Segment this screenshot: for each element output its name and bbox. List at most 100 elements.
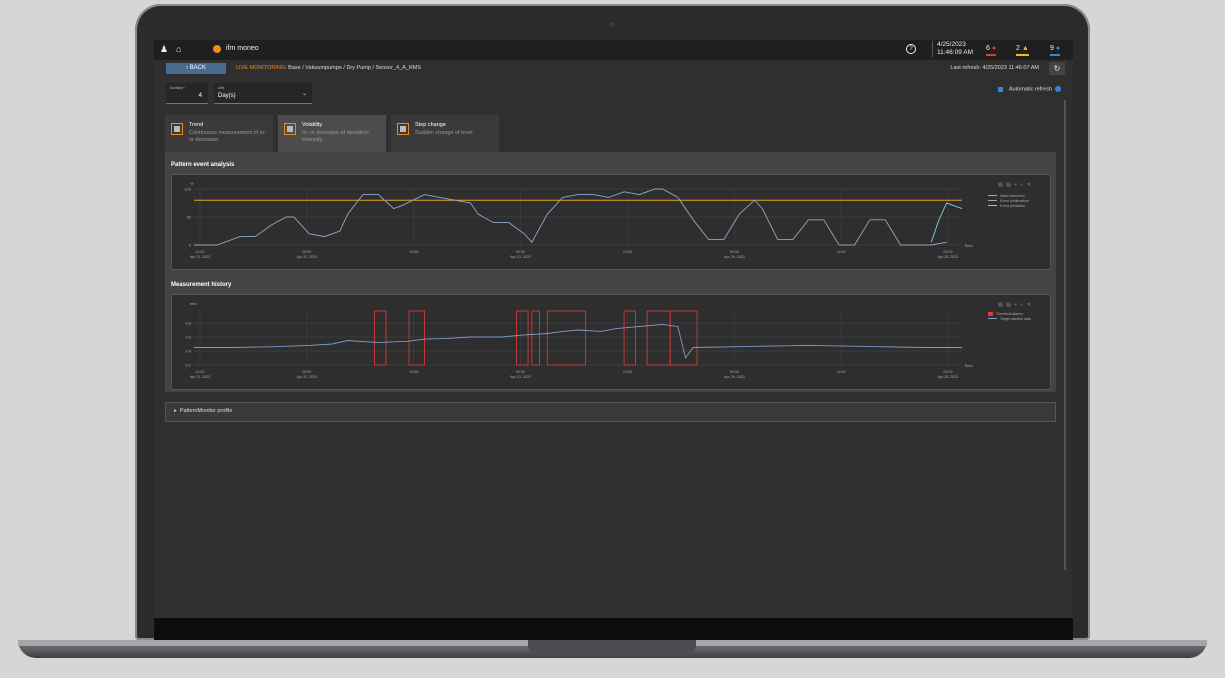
y-tick-label: 0.6 bbox=[185, 335, 191, 340]
duration-value: 4 bbox=[198, 93, 202, 99]
scrollbar[interactable] bbox=[1064, 100, 1066, 570]
threshold-alarm-window bbox=[531, 310, 541, 366]
clock: 4/25/2023 11:46:09 AM bbox=[932, 41, 973, 57]
tab-step-change[interactable]: Step change Sudden change of level. bbox=[391, 115, 499, 152]
x-tick-label: 00:00 bbox=[944, 370, 953, 374]
camera bbox=[610, 22, 615, 27]
pattern-chart[interactable]: 100 50 0% Time 12:00 Apr 21, 2023 00:00 Apr 22,… bbox=[171, 174, 1051, 270]
history-chart[interactable]: 0.8 0.6 0.4 0.2 m/s Time 12:00 Apr 21, 2023 00:0… bbox=[171, 294, 1051, 390]
breadcrumb-path: Base / Vakuumpumpe / Dry Pump / Sensor_4… bbox=[288, 65, 422, 71]
duration-label: Duration* bbox=[170, 86, 185, 90]
x-tick-date: Apr 23, 2023 bbox=[510, 255, 531, 259]
x-tick-label: 12:00 bbox=[837, 250, 846, 254]
legend-label: Threshold alarms bbox=[996, 311, 1024, 316]
y-tick-label: 0.2 bbox=[185, 363, 191, 368]
refresh-button[interactable]: ↻ bbox=[1049, 62, 1065, 75]
alarm-red-badge[interactable]: 6 ● bbox=[986, 45, 997, 56]
tab-description: In- or decrease of deviation intensity. bbox=[302, 130, 369, 143]
x-tick-date: Apr 25, 2023 bbox=[938, 255, 959, 259]
clock-time: 11:46:09 AM bbox=[937, 49, 974, 56]
legend-label: Event prediction bbox=[1000, 203, 1026, 208]
pattern-legend: Alarm threshold Event confirmation Event… bbox=[988, 193, 1029, 208]
x-tick-label: 12:00 bbox=[409, 250, 418, 254]
bell-icon: ● bbox=[991, 45, 997, 52]
tab-title: Trend bbox=[189, 122, 204, 128]
chevron-left-icon: ‹ bbox=[185, 65, 188, 71]
unit-value: Day(s) bbox=[218, 93, 236, 99]
x-tick-label: 12:00 bbox=[623, 250, 632, 254]
auto-refresh-toggle[interactable]: Automatic refresh bbox=[997, 86, 1061, 93]
warning-icon: ▲ bbox=[1021, 45, 1029, 52]
x-tick-date: Apr 22, 2023 bbox=[297, 375, 318, 379]
tab-title: Step change bbox=[415, 122, 446, 128]
tab-trend[interactable]: Trend Continuous measurement of in- or d… bbox=[165, 115, 273, 152]
chart-toolbar[interactable]: ▤ ▤ + ⌕ ✕ bbox=[998, 182, 1032, 188]
x-tick-date: Apr 24, 2023 bbox=[724, 375, 745, 379]
info-icon[interactable] bbox=[1055, 86, 1061, 92]
threshold-alarm-window bbox=[669, 310, 698, 366]
x-tick-label: 00:00 bbox=[944, 250, 953, 254]
pattern-icon bbox=[171, 123, 183, 135]
home-icon[interactable]: ⌂ bbox=[176, 45, 181, 54]
profile-text: PatternMonitor profile bbox=[179, 408, 233, 414]
laptop-notch bbox=[528, 640, 696, 655]
live-monitoring-label: LIVE MONITORING: bbox=[236, 65, 287, 71]
breadcrumb: LIVE MONITORING: Base / Vakuumpumpe / Dr… bbox=[236, 65, 421, 71]
app-screen: ♟ ⌂ ifm moneo ? 4/25/2023 11:46:09 AM 6 … bbox=[154, 40, 1073, 618]
unit-label: Unit bbox=[218, 86, 225, 90]
x-tick-date: Apr 23, 2023 bbox=[510, 375, 531, 379]
threshold-alarm-window bbox=[374, 310, 387, 366]
pattern-section-title: Pattern event analysis bbox=[171, 162, 235, 168]
pattern-monitor-profile[interactable]: ▸ PatternMonitor profile bbox=[165, 402, 1056, 422]
y-axis-label: % bbox=[190, 181, 194, 186]
tab-title: Volatility bbox=[302, 122, 323, 128]
unit-select[interactable]: Unit Day(s) ⌄ bbox=[214, 83, 312, 104]
x-tick-date: Apr 25, 2023 bbox=[938, 375, 959, 379]
chart-toolbar[interactable]: ▤ ▤ + ⌕ ✕ bbox=[998, 302, 1032, 308]
checkbox-icon[interactable] bbox=[997, 86, 1003, 92]
x-axis-label: Time bbox=[964, 363, 974, 368]
chevron-down-icon: ⌄ bbox=[301, 91, 307, 97]
alarm-red-count: 6 bbox=[986, 45, 990, 52]
chart-svg: 100500%Time12:00Apr 21, 202300:00Apr 22,… bbox=[184, 181, 973, 259]
x-tick-label: 00:00 bbox=[730, 370, 739, 374]
app-name: ifm moneo bbox=[226, 45, 259, 52]
chart-svg: 0.80.60.40.2m/sTime12:00Apr 21, 202300:0… bbox=[185, 301, 974, 379]
sub-bar: ‹ BACK LIVE MONITORING: Base / Vakuumpum… bbox=[154, 62, 1073, 76]
target-variable-data-series bbox=[194, 323, 962, 360]
legend-label: Target variable data bbox=[1000, 316, 1031, 321]
legend-item: Target variable data bbox=[988, 316, 1031, 321]
x-tick-label: 12:00 bbox=[196, 250, 205, 254]
alarm-yellow-badge[interactable]: 2 ▲ bbox=[1016, 45, 1029, 56]
x-tick-date: Apr 21, 2023 bbox=[190, 375, 211, 379]
x-tick-label: 00:00 bbox=[730, 250, 739, 254]
y-axis-label: m/s bbox=[190, 301, 196, 306]
tab-volatility[interactable]: Volatility In- or decrease of deviation … bbox=[278, 115, 386, 152]
y-tick-label: 50 bbox=[187, 215, 192, 220]
help-icon[interactable]: ? bbox=[906, 44, 916, 54]
user-icon[interactable]: ♟ bbox=[160, 45, 168, 54]
top-bar: ♟ ⌂ ifm moneo ? 4/25/2023 11:46:09 AM 6 … bbox=[154, 40, 1073, 60]
duration-field[interactable]: Duration* 4 bbox=[166, 83, 208, 104]
profile-label: ▸ PatternMonitor profile bbox=[174, 408, 232, 414]
alarm-blue-badge[interactable]: 9 ● bbox=[1050, 45, 1061, 56]
triangle-right-icon: ▸ bbox=[174, 408, 177, 414]
ifm-logo-icon bbox=[213, 45, 221, 53]
auto-refresh-label: Automatic refresh bbox=[1008, 86, 1052, 93]
pattern-icon bbox=[284, 123, 296, 135]
last-refresh: Last refresh: 4/25/2023 11:46:07 AM bbox=[950, 65, 1039, 71]
y-tick-label: 0.8 bbox=[185, 321, 191, 326]
refresh-icon: ↻ bbox=[1053, 64, 1061, 73]
x-tick-label: 00:00 bbox=[302, 370, 311, 374]
legend-label: Alarm threshold bbox=[1000, 193, 1025, 198]
analysis-panel: Pattern event analysis 100 50 0% Time 12:00 A… bbox=[165, 152, 1056, 392]
threshold-alarm-window bbox=[646, 310, 671, 366]
clock-date: 4/25/2023 bbox=[937, 41, 966, 48]
history-section-title: Measurement history bbox=[171, 282, 232, 288]
back-button[interactable]: ‹ BACK bbox=[166, 63, 226, 74]
alarm-yellow-count: 2 bbox=[1016, 45, 1020, 52]
history-legend: Threshold alarms Target variable data bbox=[988, 311, 1031, 321]
legend-item: Event prediction bbox=[988, 203, 1029, 208]
x-tick-date: Apr 22, 2023 bbox=[297, 255, 318, 259]
event-prediction-series bbox=[930, 202, 963, 243]
